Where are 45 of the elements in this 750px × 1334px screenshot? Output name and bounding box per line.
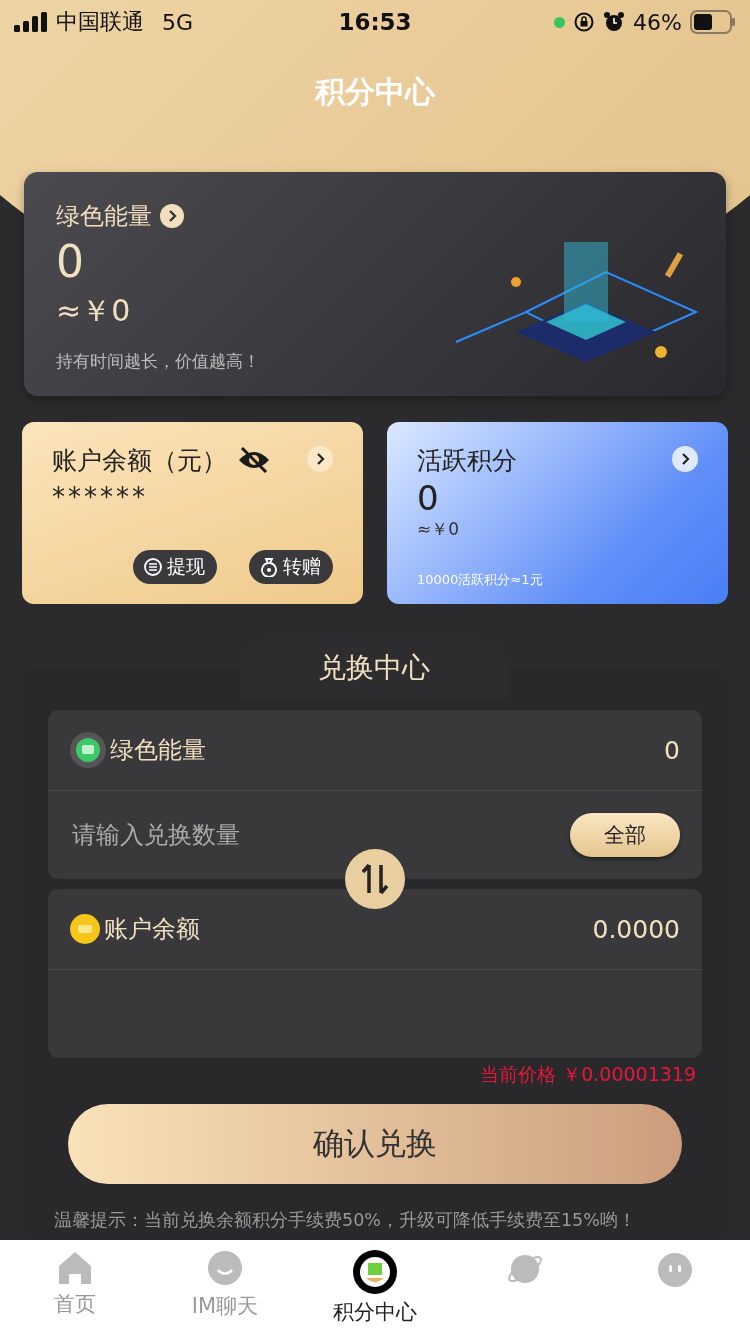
energy-coin-icon bbox=[70, 732, 106, 768]
currency-amount: 0.0000 bbox=[592, 914, 680, 944]
chat-bubble-icon bbox=[206, 1250, 244, 1288]
money-bag-icon bbox=[259, 557, 279, 577]
currency-name: 绿色能量 bbox=[110, 735, 206, 766]
page-title: 积分中心 bbox=[313, 73, 436, 111]
current-price: 当前价格 ￥0.00001319 bbox=[479, 1062, 697, 1087]
smiley-face-icon bbox=[656, 1250, 694, 1288]
energy-value: 0 bbox=[56, 236, 85, 287]
chevron-right-icon[interactable] bbox=[160, 204, 184, 228]
gift-button[interactable]: 转赠 bbox=[249, 550, 333, 584]
amount-input[interactable]: 请输入兑换数量 bbox=[70, 820, 566, 850]
all-button[interactable]: 全部 bbox=[570, 813, 680, 857]
notice-text: 温馨提示：当前兑换余额积分手续费50%，升级可降低手续费至15%哟！ bbox=[54, 1209, 637, 1232]
currency-amount: 0 bbox=[664, 735, 680, 765]
home-icon bbox=[57, 1250, 93, 1286]
carrier-name: 中国联通 bbox=[56, 8, 144, 36]
exchange-rate: 10000活跃积分≈1元 bbox=[417, 571, 544, 589]
energy-tip: 持有时间越长，价值越高！ bbox=[56, 350, 261, 373]
withdraw-icon bbox=[143, 557, 163, 577]
signal-icon bbox=[14, 12, 48, 32]
battery-percent: 46% bbox=[633, 9, 682, 35]
coin-icon bbox=[70, 914, 100, 944]
active-approx-value: ≈￥0 bbox=[417, 518, 461, 541]
swap-button[interactable] bbox=[345, 849, 405, 909]
card-title: 活跃积分 bbox=[417, 444, 517, 477]
hidden-balance: ****** bbox=[52, 482, 149, 512]
active-points-value: 0 bbox=[417, 478, 440, 518]
eye-hidden-icon[interactable] bbox=[237, 446, 271, 474]
withdraw-button[interactable]: 提现 bbox=[133, 550, 217, 584]
rotation-lock-icon bbox=[573, 11, 596, 33]
battery-icon bbox=[690, 10, 736, 34]
tab-item[interactable]: 积分中心 bbox=[300, 1240, 450, 1334]
status-time: 16:53 bbox=[338, 9, 412, 35]
energy-approx-value: ≈￥0 bbox=[56, 292, 132, 330]
card-title: 账户余额（元） bbox=[52, 444, 227, 477]
points-coin-icon bbox=[353, 1250, 397, 1294]
confirm-exchange-button[interactable]: 确认兑换 bbox=[68, 1104, 682, 1184]
network-type: 5G bbox=[162, 9, 194, 35]
currency-name: 账户余额 bbox=[104, 914, 200, 945]
chevron-right-icon[interactable] bbox=[307, 446, 333, 472]
alarm-icon bbox=[603, 11, 626, 33]
chevron-right-icon[interactable] bbox=[672, 446, 698, 472]
card-title: 绿色能量 bbox=[56, 201, 152, 232]
indicator-dot bbox=[554, 16, 566, 28]
